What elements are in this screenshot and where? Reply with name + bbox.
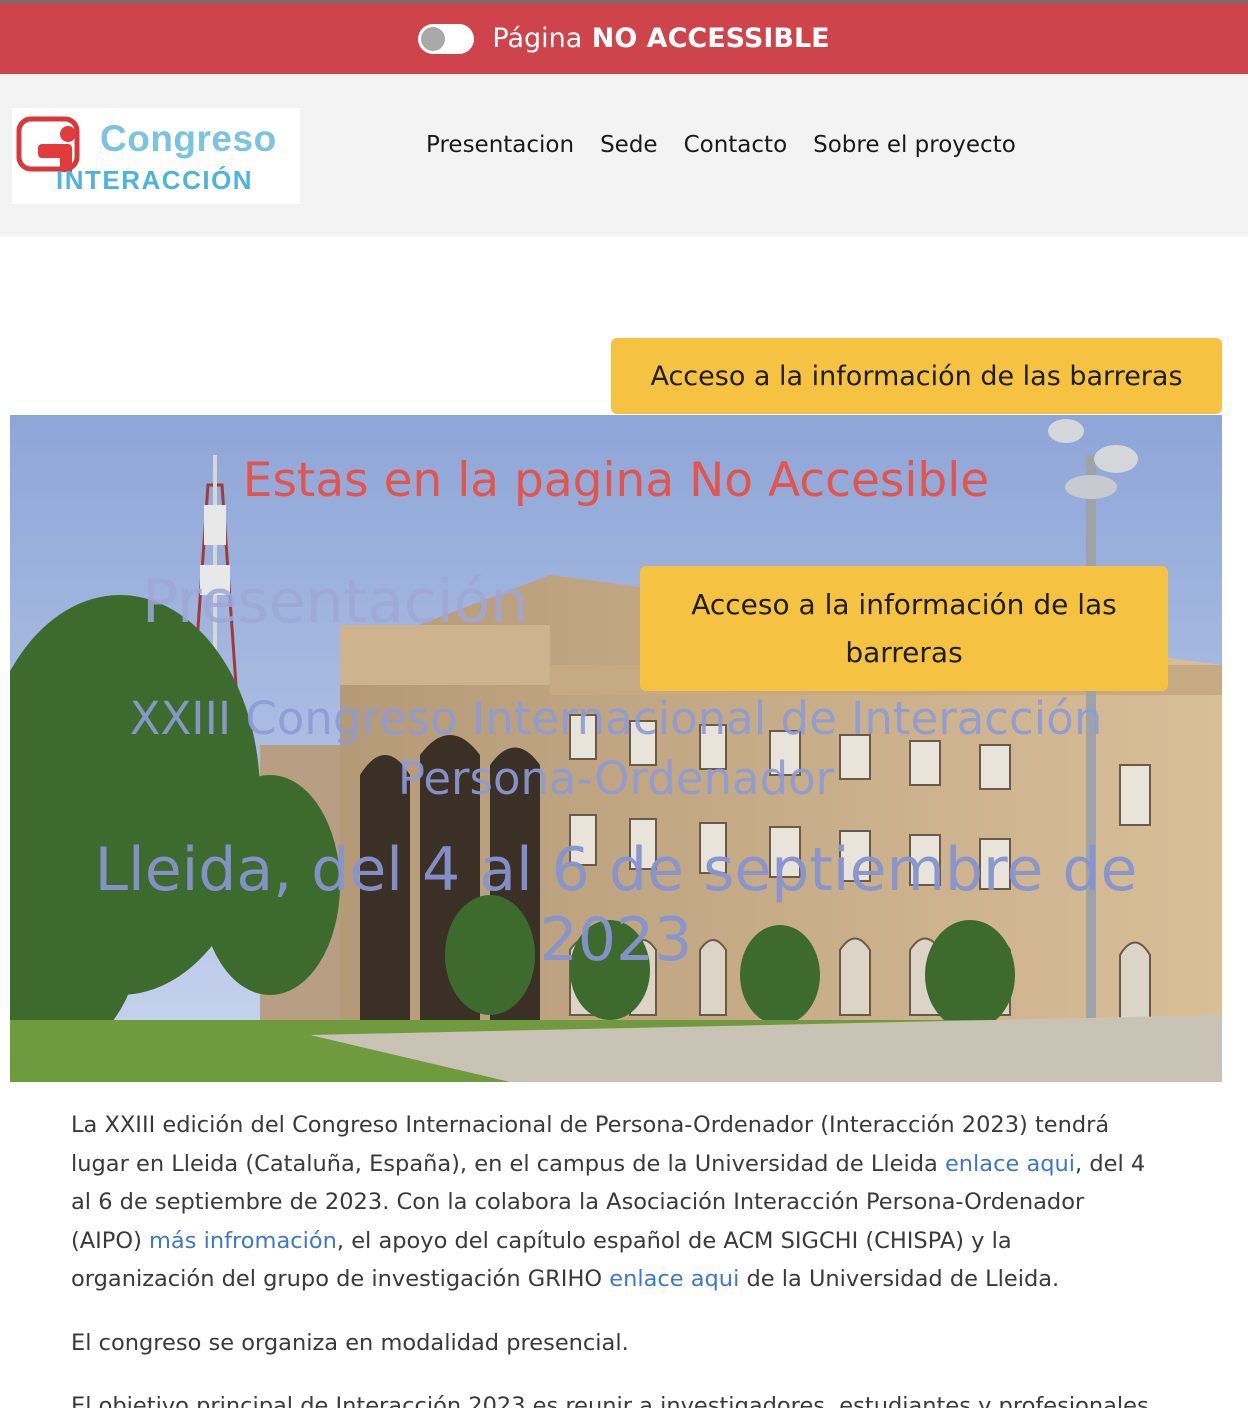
hero-barriers-info-button[interactable]: Acceso a la información de las barreras — [640, 566, 1168, 691]
hero-warning-text: Estas en la pagina No Accesible — [242, 453, 990, 508]
accessibility-banner: Página NO ACCESSIBLE — [0, 0, 1248, 74]
main-content: La XXIII edición del Congreso Internacio… — [71, 1106, 1161, 1408]
hero-title: Presentación — [142, 567, 529, 637]
logo-initial: I — [56, 165, 65, 195]
intro-paragraph: La XXIII edición del Congreso Internacio… — [71, 1106, 1161, 1299]
main-nav: Presentacion Sede Contacto Sobre el proy… — [426, 132, 1016, 158]
status-strong: NO ACCESSIBLE — [591, 23, 830, 54]
site-header: Congreso INTERACCIÓN Presentacion Sede C… — [0, 74, 1248, 237]
objective-paragraph: El objetivo principal de Interacción 202… — [71, 1393, 1149, 1408]
toggle-knob — [421, 26, 446, 51]
nav-item-contacto[interactable]: Contacto — [684, 132, 788, 158]
site-logo[interactable]: Congreso INTERACCIÓN — [12, 108, 300, 204]
logo-text-interaccion: INTERACCIÓN — [56, 165, 253, 196]
nav-item-sede[interactable]: Sede — [600, 132, 658, 158]
link-universidad-lleida[interactable]: enlace aqui — [945, 1151, 1075, 1177]
nav-item-sobre-el-proyecto[interactable]: Sobre el proyecto — [813, 132, 1016, 158]
link-aipo-info[interactable]: más infromación — [149, 1228, 337, 1254]
hero-banner: Estas en la pagina No Accesible Presenta… — [10, 415, 1222, 1082]
status-prefix: Página — [492, 23, 583, 54]
intro-text-4: de la Universidad de Lleida. — [739, 1266, 1060, 1292]
hero-date: Lleida, del 4 al 6 de septiembre de 2023 — [94, 835, 1138, 975]
logo-text-congreso: Congreso — [100, 118, 277, 159]
nav-item-presentacion[interactable]: Presentacion — [426, 132, 574, 158]
hero-subtitle: XXIII Congreso Internacional de Interacc… — [129, 692, 1103, 805]
link-griho[interactable]: enlace aqui — [609, 1266, 739, 1292]
modality-paragraph: El congreso se organiza en modalidad pre… — [71, 1329, 629, 1356]
accessibility-toggle[interactable] — [418, 23, 475, 54]
barriers-info-button[interactable]: Acceso a la información de las barreras — [611, 338, 1222, 414]
logo-mark-icon — [16, 116, 80, 172]
accessibility-status-label: Página NO ACCESSIBLE — [492, 23, 829, 54]
logo-rest: NTERACCIÓN — [64, 165, 254, 195]
